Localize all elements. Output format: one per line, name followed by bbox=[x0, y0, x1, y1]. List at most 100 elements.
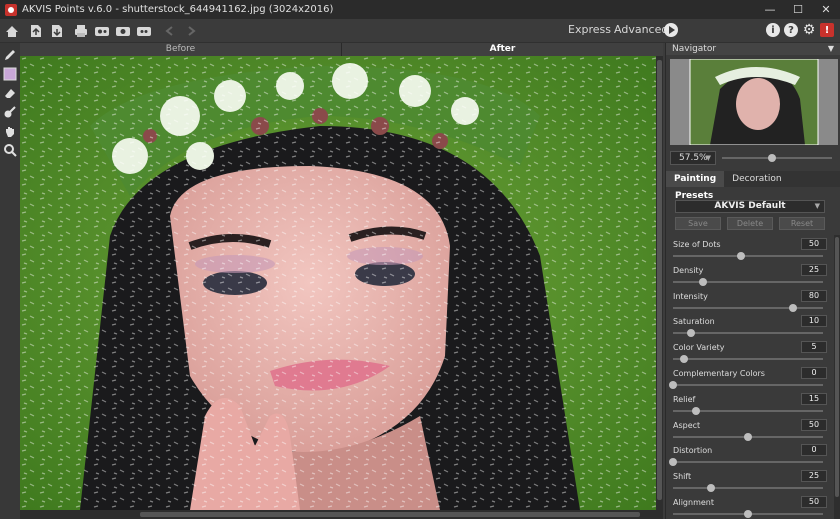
param-row: Saturation 10 bbox=[666, 314, 840, 340]
param-row: Alignment 50 bbox=[666, 495, 840, 519]
param-value-field[interactable]: 5 bbox=[801, 341, 827, 354]
param-label: Distortion bbox=[673, 446, 713, 456]
param-slider[interactable] bbox=[673, 432, 823, 441]
express-mode-button[interactable]: Express bbox=[568, 23, 611, 36]
param-slider[interactable] bbox=[673, 329, 823, 338]
param-label: Size of Dots bbox=[673, 240, 721, 249]
param-slider[interactable] bbox=[673, 355, 823, 364]
param-value-field[interactable]: 80 bbox=[801, 289, 827, 302]
print-icon[interactable] bbox=[72, 22, 90, 40]
param-slider-handle[interactable] bbox=[744, 509, 752, 518]
preset-select[interactable]: AKVIS Default ▼ bbox=[675, 200, 825, 213]
param-slider[interactable] bbox=[673, 277, 823, 286]
param-slider-handle[interactable] bbox=[699, 277, 707, 286]
tools-panel bbox=[0, 43, 20, 519]
tab-painting[interactable]: Painting bbox=[666, 171, 725, 187]
home-icon[interactable] bbox=[3, 22, 21, 40]
tab-decoration[interactable]: Decoration bbox=[724, 171, 789, 187]
gear-icon[interactable]: ⚙ bbox=[802, 22, 816, 38]
param-slider[interactable] bbox=[673, 406, 823, 415]
pencil-tool-icon[interactable] bbox=[0, 46, 20, 64]
window-title: AKVIS Points v.6.0 - shutterstock_644941… bbox=[22, 4, 334, 15]
reset-preset-button[interactable]: Reset bbox=[779, 217, 825, 230]
eraser-icon[interactable] bbox=[0, 84, 20, 102]
zoom-select[interactable]: 57.5% ▼ bbox=[670, 151, 716, 165]
param-slider[interactable] bbox=[669, 458, 823, 467]
advanced-mode-button[interactable]: Advanced bbox=[614, 23, 668, 36]
param-value-field[interactable]: 0 bbox=[801, 444, 827, 457]
parameter-list: Size of Dots 50 Density 25 Intensity 80 Satura… bbox=[666, 237, 840, 519]
param-slider[interactable] bbox=[673, 509, 823, 518]
redo-icon[interactable] bbox=[182, 22, 200, 40]
param-slider-handle[interactable] bbox=[736, 252, 745, 260]
param-label: Saturation bbox=[673, 317, 715, 327]
hand-icon[interactable] bbox=[0, 122, 20, 140]
save-icon[interactable] bbox=[48, 22, 66, 40]
param-slider-handle[interactable] bbox=[744, 432, 752, 441]
close-button[interactable]: ✕ bbox=[812, 0, 840, 19]
open-icon[interactable] bbox=[27, 22, 45, 40]
zoom-row: 57.5% ▼ bbox=[670, 151, 838, 165]
navigator-thumbnail[interactable] bbox=[670, 59, 838, 145]
navigator-title: Navigator bbox=[672, 44, 717, 54]
delete-preset-button[interactable]: Delete bbox=[727, 217, 773, 230]
painted-portrait bbox=[20, 56, 656, 510]
param-row: Distortion 0 bbox=[666, 443, 840, 469]
run-button[interactable] bbox=[664, 23, 678, 37]
share-icon[interactable] bbox=[93, 22, 111, 40]
param-value-field[interactable]: 15 bbox=[801, 392, 827, 405]
param-value-field[interactable]: 50 bbox=[801, 495, 827, 508]
param-slider-handle[interactable] bbox=[691, 406, 700, 415]
maximize-button[interactable]: ☐ bbox=[784, 0, 812, 19]
param-value-field[interactable]: 25 bbox=[801, 263, 827, 276]
toolbar-right-icons: i ? ⚙ ! bbox=[766, 22, 834, 38]
param-slider-handle[interactable] bbox=[706, 484, 715, 493]
navigator-header: Navigator ▼ bbox=[666, 43, 840, 55]
undo-icon[interactable] bbox=[161, 22, 179, 40]
param-slider[interactable] bbox=[673, 484, 823, 493]
scroll-thumb[interactable] bbox=[835, 237, 839, 497]
zoom-slider-handle[interactable] bbox=[767, 154, 776, 162]
param-label: Complementary Colors bbox=[673, 368, 765, 378]
param-value-field[interactable]: 0 bbox=[801, 366, 827, 379]
param-slider-handle[interactable] bbox=[669, 380, 677, 389]
save-preset-button[interactable]: Save bbox=[675, 217, 721, 230]
param-slider[interactable] bbox=[673, 252, 823, 260]
param-slider-handle[interactable] bbox=[669, 458, 677, 467]
color-swatch-icon[interactable] bbox=[0, 65, 20, 83]
panel-scrollbar[interactable] bbox=[834, 235, 840, 519]
canvas-horizontal-scrollbar[interactable] bbox=[20, 510, 663, 519]
bookmark-icon[interactable]: ! bbox=[820, 23, 834, 37]
preset-buttons: Save Delete Reset bbox=[675, 217, 825, 230]
collapse-icon[interactable]: ▼ bbox=[828, 43, 834, 55]
minimize-button[interactable]: — bbox=[756, 0, 784, 19]
param-label: Aspect bbox=[673, 420, 701, 430]
info-icon[interactable]: i bbox=[766, 23, 780, 37]
plugin-icon[interactable] bbox=[135, 22, 153, 40]
param-label: Alignment bbox=[673, 497, 714, 507]
param-value-field[interactable]: 25 bbox=[801, 470, 827, 483]
zoom-icon[interactable] bbox=[0, 141, 20, 159]
image-canvas[interactable] bbox=[20, 56, 656, 510]
batch-settings-icon[interactable] bbox=[114, 22, 132, 40]
param-slider[interactable] bbox=[669, 380, 823, 389]
param-label: Shift bbox=[673, 472, 692, 482]
dropper-icon[interactable] bbox=[0, 103, 20, 121]
tab-before[interactable]: Before bbox=[20, 43, 341, 56]
help-icon[interactable]: ? bbox=[784, 23, 798, 37]
param-slider[interactable] bbox=[673, 303, 823, 312]
panel-tabs: Painting Decoration bbox=[666, 171, 840, 187]
param-value-field[interactable]: 50 bbox=[801, 418, 827, 431]
param-value-field[interactable]: 50 bbox=[801, 238, 827, 250]
main-toolbar: Express Advanced i ? ⚙ ! bbox=[0, 19, 840, 43]
chevron-down-icon: ▼ bbox=[814, 202, 820, 210]
zoom-slider[interactable] bbox=[722, 154, 832, 162]
param-slider-handle[interactable] bbox=[687, 329, 695, 338]
tab-after[interactable]: After bbox=[341, 43, 663, 56]
scroll-thumb[interactable] bbox=[140, 512, 640, 517]
param-slider-handle[interactable] bbox=[789, 303, 797, 312]
scroll-thumb[interactable] bbox=[657, 60, 662, 500]
canvas-vertical-scrollbar[interactable] bbox=[656, 56, 663, 510]
param-slider-handle[interactable] bbox=[679, 355, 688, 364]
param-value-field[interactable]: 10 bbox=[801, 315, 827, 328]
